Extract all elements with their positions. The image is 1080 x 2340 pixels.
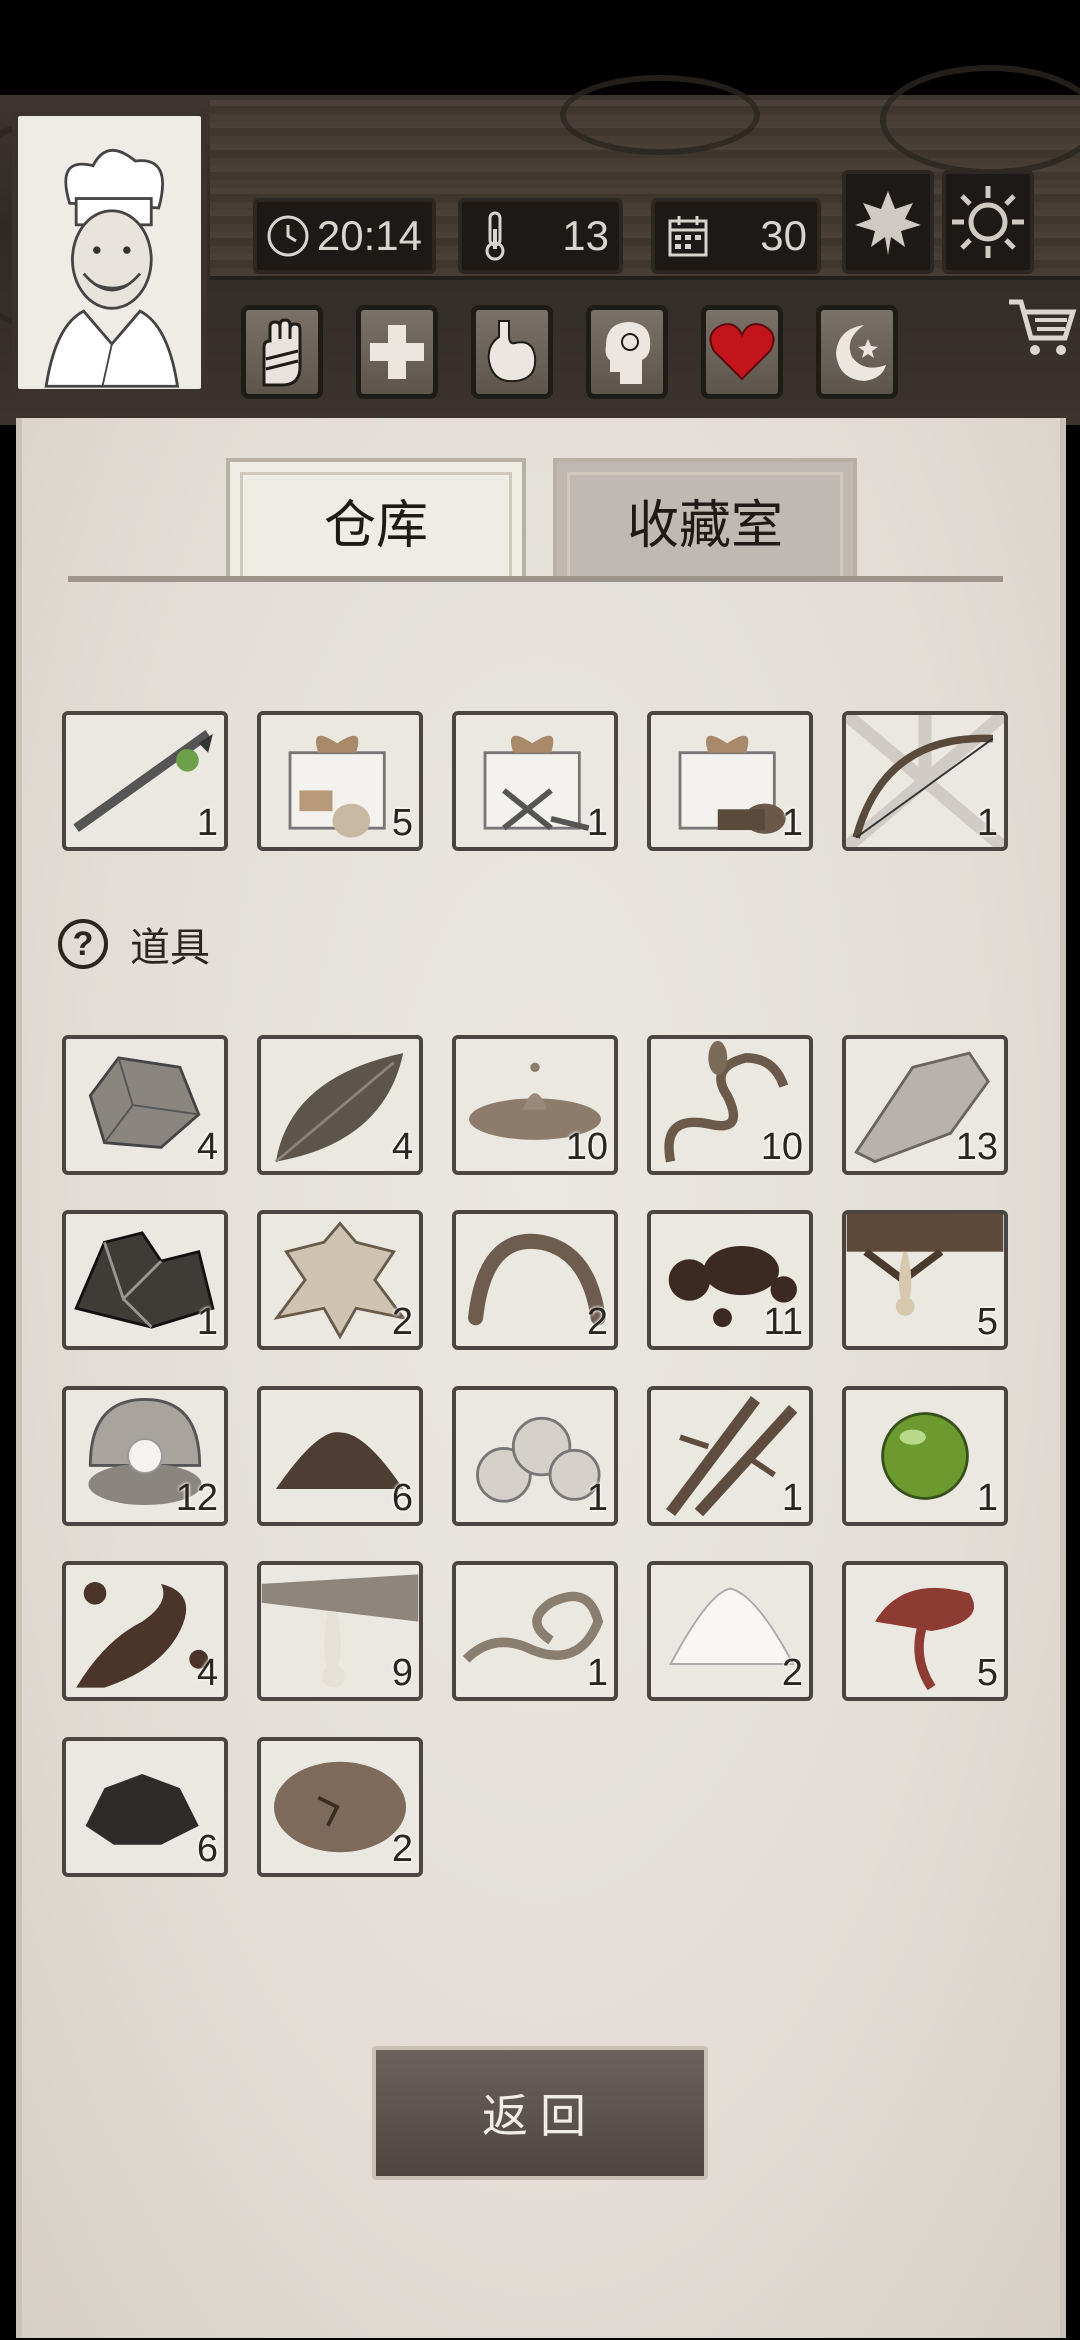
item-slot[interactable]: 1	[62, 711, 228, 851]
item-slot[interactable]: 1	[452, 1561, 618, 1701]
status-mind[interactable]	[586, 305, 668, 399]
item-count: 1	[781, 1477, 803, 1519]
temperature-display: 13	[458, 198, 623, 274]
item-count: 12	[175, 1477, 218, 1519]
temperature-value: 13	[562, 212, 609, 259]
brain-head-icon	[605, 322, 651, 384]
item-count: 1	[781, 802, 803, 844]
tab-warehouse-label: 仓库	[323, 495, 428, 556]
item-slot[interactable]: 4	[62, 1561, 228, 1701]
item-count: 4	[391, 1126, 413, 1168]
medical-cross-icon	[370, 325, 424, 379]
time-display: 20:14	[253, 198, 436, 274]
item-count: 2	[391, 1301, 413, 1343]
shop-cart-button[interactable]	[1005, 292, 1077, 364]
item-slot[interactable]: 5	[842, 1561, 1008, 1701]
item-count: 4	[196, 1652, 218, 1694]
bandaged-hand-icon	[262, 318, 302, 387]
item-count: 2	[586, 1301, 608, 1343]
question-icon[interactable]: ?	[58, 919, 108, 969]
item-slot[interactable]: 1	[647, 711, 813, 851]
item-count: 6	[196, 1828, 218, 1870]
stomach-icon	[487, 320, 537, 383]
item-count: 10	[565, 1126, 608, 1168]
item-count: 2	[781, 1652, 803, 1694]
item-count: 2	[391, 1828, 413, 1870]
item-slot[interactable]: 1	[62, 1210, 228, 1350]
item-count: 4	[196, 1126, 218, 1168]
heart-icon	[709, 323, 775, 381]
clock-icon	[263, 209, 313, 263]
item-slot[interactable]: 2	[647, 1561, 813, 1701]
item-slot[interactable]: 2	[257, 1737, 423, 1877]
item-slot[interactable]: 5	[257, 711, 423, 851]
item-slot[interactable]: 6	[62, 1737, 228, 1877]
item-slot[interactable]: 5	[842, 1210, 1008, 1350]
tab-divider	[68, 576, 1003, 582]
item-slot[interactable]: 12	[62, 1386, 228, 1526]
back-button[interactable]: 返回	[372, 2046, 708, 2180]
item-count: 1	[976, 1477, 998, 1519]
maple-leaf-icon	[855, 191, 921, 255]
day-value: 30	[760, 212, 807, 259]
character-portrait[interactable]	[12, 110, 207, 395]
tab-warehouse[interactable]: 仓库	[226, 458, 526, 578]
item-count: 1	[196, 1301, 218, 1343]
item-count: 1	[586, 1477, 608, 1519]
item-slot[interactable]: 13	[842, 1035, 1008, 1175]
thermometer-icon	[468, 209, 522, 263]
item-count: 6	[391, 1477, 413, 1519]
status-sleep[interactable]	[816, 305, 898, 399]
item-count: 10	[760, 1126, 803, 1168]
status-bandage[interactable]	[241, 305, 323, 399]
item-slot[interactable]: 6	[257, 1386, 423, 1526]
item-count: 5	[391, 802, 413, 844]
season-indicator[interactable]	[842, 170, 934, 274]
chef-portrait-icon	[18, 118, 201, 388]
shopping-cart-icon	[1009, 299, 1077, 355]
item-slot[interactable]: 9	[257, 1561, 423, 1701]
tab-collection-label: 收藏室	[626, 495, 783, 556]
tab-collection[interactable]: 收藏室	[553, 458, 857, 578]
item-slot[interactable]: 11	[647, 1210, 813, 1350]
item-count: 11	[763, 1301, 803, 1343]
item-slot[interactable]: 1	[842, 1386, 1008, 1526]
weather-indicator[interactable]	[942, 170, 1034, 274]
item-slot[interactable]: 10	[647, 1035, 813, 1175]
time-value: 20:14	[316, 212, 422, 259]
calendar-icon	[661, 209, 715, 263]
item-slot[interactable]: 1	[842, 711, 1008, 851]
item-count: 1	[196, 802, 218, 844]
day-display: 30	[651, 198, 821, 274]
sun-icon	[952, 186, 1024, 258]
status-stomach[interactable]	[471, 305, 553, 399]
item-count: 1	[586, 1652, 608, 1694]
item-count: 5	[976, 1301, 998, 1343]
moon-icon	[836, 325, 886, 381]
status-heart[interactable]	[701, 305, 783, 399]
back-button-label: 返回	[482, 2089, 598, 2143]
item-slot[interactable]: 10	[452, 1035, 618, 1175]
item-count: 5	[976, 1652, 998, 1694]
item-slot[interactable]: 4	[62, 1035, 228, 1175]
status-health[interactable]	[356, 305, 438, 399]
item-count: 13	[955, 1126, 998, 1168]
item-slot[interactable]: 4	[257, 1035, 423, 1175]
item-slot[interactable]: 1	[647, 1386, 813, 1526]
item-slot[interactable]: 1	[452, 711, 618, 851]
section-header: ? 道具	[58, 914, 210, 974]
section-title: 道具	[130, 925, 210, 971]
item-slot[interactable]: 2	[257, 1210, 423, 1350]
item-count: 9	[391, 1652, 413, 1694]
item-count: 1	[976, 802, 998, 844]
item-slot[interactable]: 2	[452, 1210, 618, 1350]
item-slot[interactable]: 1	[452, 1386, 618, 1526]
item-count: 1	[586, 802, 608, 844]
